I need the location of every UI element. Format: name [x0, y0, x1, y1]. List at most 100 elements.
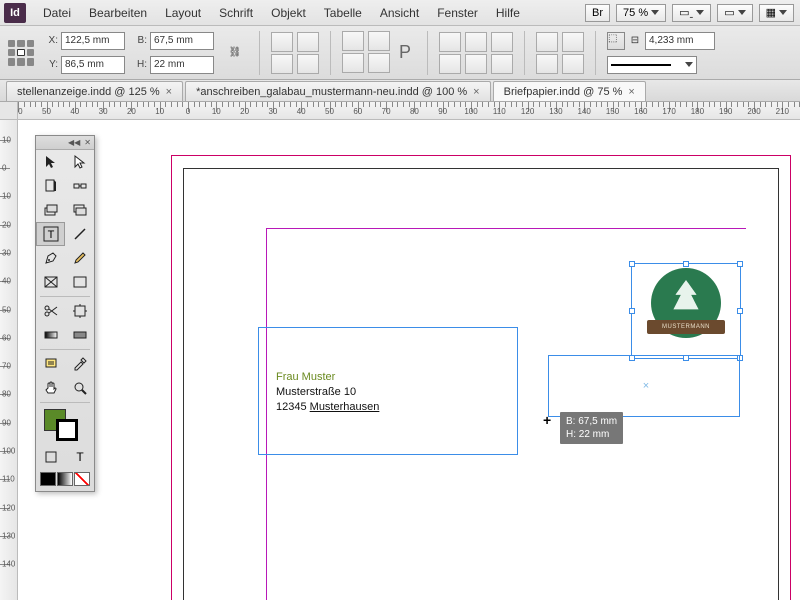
size-group: B:67,5 mm H:22 mm — [133, 30, 214, 76]
close-icon[interactable]: × — [628, 86, 634, 98]
corner-group — [536, 32, 584, 74]
x-label: X: — [44, 35, 58, 46]
eyedropper-tool[interactable] — [65, 352, 94, 376]
rotate-cw-icon[interactable] — [342, 31, 364, 51]
reference-point[interactable] — [6, 38, 36, 68]
formatting-text-icon[interactable]: T — [65, 445, 94, 469]
menu-objekt[interactable]: Objekt — [262, 6, 315, 20]
formatting-container-icon[interactable] — [36, 445, 65, 469]
logo-text: MUSTERMANN — [647, 320, 725, 334]
y-input[interactable]: 86,5 mm — [61, 56, 125, 74]
wrap2-icon[interactable] — [562, 54, 584, 74]
tools-panel[interactable]: ◀◀✕ T T — [35, 135, 95, 492]
fit-content-icon[interactable] — [439, 32, 461, 52]
hand-tool[interactable] — [36, 376, 65, 400]
content-collector-tool[interactable] — [36, 198, 65, 222]
menu-ansicht[interactable]: Ansicht — [371, 6, 428, 20]
fill-stroke-swatch[interactable] — [36, 405, 94, 445]
pen-tool[interactable] — [36, 246, 65, 270]
flip-h-icon[interactable] — [368, 31, 390, 51]
transform-icons — [271, 32, 319, 74]
x-input[interactable]: 122,5 mm — [61, 32, 125, 50]
rotate-ccw-icon[interactable] — [342, 53, 364, 73]
apply-gradient-icon[interactable] — [57, 472, 73, 486]
chevron-down-icon — [651, 10, 659, 15]
width-input[interactable]: 67,5 mm — [150, 32, 214, 50]
close-icon[interactable]: × — [166, 86, 172, 98]
stroke-color-swatch[interactable] — [56, 419, 78, 441]
height-input[interactable]: 22 mm — [150, 56, 214, 74]
constrain-proportions-icon[interactable]: ⛓ — [222, 40, 248, 66]
doc-tab-2[interactable]: *anschreiben_galabau_mustermann-neu.indd… — [185, 81, 491, 101]
apply-mode-row — [36, 469, 94, 491]
address-text: Frau Muster Musterstraße 10 12345 Muster… — [276, 370, 379, 415]
fit-frame-icon[interactable] — [439, 54, 461, 74]
menu-layout[interactable]: Layout — [156, 6, 210, 20]
arrange-button[interactable]: ▦ — [759, 4, 794, 22]
close-icon[interactable]: × — [473, 86, 479, 98]
menu-bar: Id Datei Bearbeiten Layout Schrift Objek… — [0, 0, 800, 26]
page-tool[interactable] — [36, 174, 65, 198]
logo-frame[interactable]: MUSTERMANN — [631, 263, 741, 359]
fill-frame-icon[interactable] — [465, 54, 487, 74]
stroke-bounds-icon[interactable]: ⬚ — [607, 32, 625, 50]
gap-tool[interactable] — [65, 174, 94, 198]
menu-tabelle[interactable]: Tabelle — [315, 6, 371, 20]
ruler-vertical[interactable]: 20100102030405060708090100110120130140 — [0, 120, 18, 600]
auto-fit-icon[interactable] — [491, 54, 513, 74]
menu-bearbeiten[interactable]: Bearbeiten — [80, 6, 156, 20]
svg-text:T: T — [47, 229, 54, 241]
menu-datei[interactable]: Datei — [34, 6, 80, 20]
menu-fenster[interactable]: Fenster — [428, 6, 487, 20]
note-tool[interactable] — [36, 352, 65, 376]
tools-panel-header[interactable]: ◀◀✕ — [36, 136, 94, 150]
free-transform-tool[interactable] — [65, 299, 94, 323]
doc-tab-3[interactable]: Briefpapier.indd @ 75 %× — [493, 81, 646, 101]
h-label: H: — [133, 59, 147, 70]
pencil-tool[interactable] — [65, 246, 94, 270]
stroke-group: ⬚ ⊟ 4,233 mm — [607, 30, 715, 76]
corner-options-icon[interactable] — [536, 32, 558, 52]
wrap-icon[interactable] — [562, 32, 584, 52]
apply-color-icon[interactable] — [40, 472, 56, 486]
document-tabs: stellenanzeige.indd @ 125 %× *anschreibe… — [0, 80, 800, 102]
direct-selection-tool[interactable] — [65, 150, 94, 174]
scale-x-icon[interactable] — [271, 32, 293, 52]
fit-prop-icon[interactable] — [491, 32, 513, 52]
view-options-button[interactable]: ▭ˍ — [672, 4, 711, 22]
p-indicator: P — [394, 31, 416, 75]
measure-tooltip: B: 67,5 mm H: 22 mm — [560, 412, 623, 444]
gradient-swatch-tool[interactable] — [36, 323, 65, 347]
ruler-origin[interactable] — [0, 102, 18, 120]
screen-mode-button[interactable]: ▭ — [717, 4, 752, 22]
address-line1: Frau Muster — [276, 370, 379, 385]
doc-tab-1[interactable]: stellenanzeige.indd @ 125 %× — [6, 81, 183, 101]
effects-icon[interactable] — [536, 54, 558, 74]
gradient-feather-tool[interactable] — [65, 323, 94, 347]
rotate-icon[interactable] — [297, 32, 319, 52]
apply-none-icon[interactable] — [74, 472, 90, 486]
scissors-tool[interactable] — [36, 299, 65, 323]
zoom-dropdown[interactable]: 75 % — [616, 4, 666, 22]
rectangle-tool[interactable] — [65, 270, 94, 294]
center-content-icon[interactable] — [465, 32, 487, 52]
menu-schrift[interactable]: Schrift — [210, 6, 262, 20]
type-tool[interactable]: T — [36, 222, 65, 246]
shear-icon[interactable] — [297, 54, 319, 74]
flip-group: P — [342, 31, 416, 75]
svg-text:T: T — [76, 450, 84, 464]
line-tool[interactable] — [65, 222, 94, 246]
logo-icon: MUSTERMANN — [651, 268, 721, 338]
bridge-button[interactable]: Br — [585, 4, 610, 22]
ruler-horizontal[interactable]: 6050403020100102030405060708090100110120… — [18, 102, 800, 120]
scale-y-icon[interactable] — [271, 54, 293, 74]
content-placer-tool[interactable] — [65, 198, 94, 222]
stroke-weight-input[interactable]: 4,233 mm — [645, 32, 715, 50]
rectangle-frame-tool[interactable] — [36, 270, 65, 294]
menu-hilfe[interactable]: Hilfe — [487, 6, 529, 20]
selection-tool[interactable] — [36, 150, 65, 174]
document-canvas[interactable]: MUSTERMANN Frau Muster Musterstraße 10 1… — [18, 120, 800, 600]
zoom-tool[interactable] — [65, 376, 94, 400]
flip-v-icon[interactable] — [368, 53, 390, 73]
stroke-style-dropdown[interactable] — [607, 56, 697, 74]
